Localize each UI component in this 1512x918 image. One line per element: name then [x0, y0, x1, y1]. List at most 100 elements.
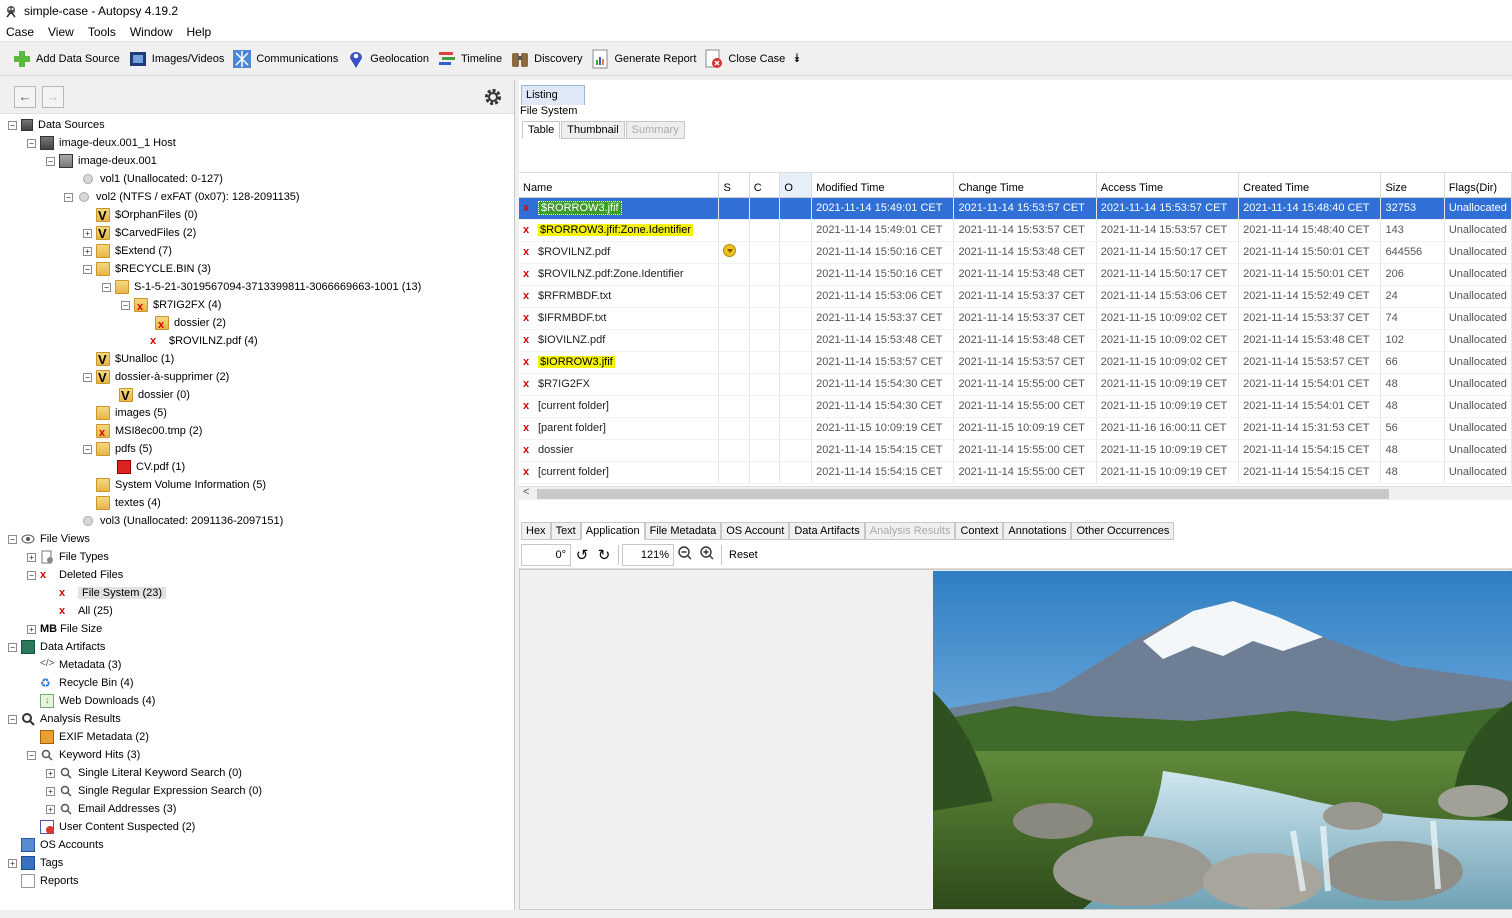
toolbar-overflow-button[interactable]: ⯯ [789, 45, 804, 73]
tab-listing[interactable]: Listing [521, 85, 585, 105]
collapse-icon[interactable]: − [8, 714, 17, 724]
tree-node-system-volume-information[interactable]: System Volume Information (5) [83, 476, 266, 494]
tree-node-r7ig2fx[interactable]: − x $R7IG2FX (4) [121, 296, 221, 314]
tree-node-textes[interactable]: textes (4) [83, 494, 161, 512]
generate-report-button[interactable]: Generate Report [586, 45, 700, 73]
tree-node-deleted-files[interactable]: − x Deleted Files [27, 566, 123, 584]
tree-node-keyword-hits[interactable]: − Keyword Hits (3) [27, 746, 140, 764]
tab-annotations[interactable]: Annotations [1003, 522, 1072, 540]
table-row[interactable]: x $IORROW3.jfif 2021-11-14 15:53:57 CET 202… [519, 351, 1512, 374]
forward-button[interactable]: → [42, 85, 64, 108]
reset-button[interactable]: Reset [725, 549, 762, 561]
collapse-icon[interactable]: − [8, 534, 17, 544]
tab-file-metadata[interactable]: File Metadata [644, 522, 722, 540]
tree-settings-button[interactable] [481, 86, 505, 110]
tree-node-dossier-a-supprimer[interactable]: − Vdossier-à-supprimer (2) [83, 368, 229, 386]
tree-node-single-regex[interactable]: + Single Regular Expression Search (0) [46, 782, 262, 800]
collapse-icon[interactable]: − [8, 120, 17, 130]
tree-node-file-system[interactable]: x File System (23) [59, 584, 167, 602]
tree-node-images[interactable]: images (5) [83, 404, 167, 422]
collapse-icon[interactable]: − [8, 642, 17, 652]
tab-text[interactable]: Text [550, 522, 581, 540]
menu-tools[interactable]: Tools [88, 25, 116, 39]
tab-os-account[interactable]: OS Account [721, 522, 790, 540]
tree-node-metadata[interactable]: </> Metadata (3) [40, 656, 121, 674]
tree-node-carvedfiles[interactable]: + V $CarvedFiles (2) [83, 224, 196, 242]
tab-analysis-results[interactable]: Analysis Results [864, 522, 956, 540]
expand-icon[interactable]: + [27, 624, 36, 634]
tree-node-orphanfiles[interactable]: V $OrphanFiles (0) [83, 206, 198, 224]
images-videos-button[interactable]: Images/Videos [124, 45, 229, 73]
expand-icon[interactable]: + [46, 804, 55, 814]
tree-node-data-sources[interactable]: − Data Sources [8, 116, 105, 134]
tree-node-dossier-0[interactable]: Vdossier (0) [106, 386, 190, 404]
tree-node-recycle-bin[interactable]: − $RECYCLE.BIN (3) [83, 260, 211, 278]
collapse-icon[interactable]: − [102, 282, 111, 292]
tree-node-unalloc[interactable]: V $Unalloc (1) [83, 350, 174, 368]
collapse-icon[interactable]: − [83, 372, 92, 382]
expand-icon[interactable]: + [46, 768, 55, 778]
table-row[interactable]: x $IFRMBDF.txt 2021-11-14 15:53:37 CET 2021… [519, 307, 1512, 330]
tree-node-msi[interactable]: x MSI8ec00.tmp (2) [83, 422, 202, 440]
tree-node-pdfs[interactable]: − pdfs (5) [83, 440, 152, 458]
tab-context[interactable]: Context [955, 522, 1004, 540]
tree-node-file-size[interactable]: + MB File Size [27, 620, 102, 638]
menu-window[interactable]: Window [130, 25, 173, 39]
zoom-field[interactable]: 121% [622, 543, 674, 566]
tree-node-all[interactable]: x All (25) [59, 602, 113, 620]
collapse-icon[interactable]: − [27, 750, 36, 760]
table-row[interactable]: x $ROVILNZ.pdf:Zone.Identifier 2021-11-14 … [519, 263, 1512, 286]
table-row[interactable]: x [current folder] 2021-11-14 15:54:30 CET… [519, 395, 1512, 418]
add-data-source-button[interactable]: Add Data Source [8, 45, 124, 73]
col-flags-dir[interactable]: Flags(Dir) [1444, 173, 1512, 198]
tree-node-reports[interactable]: Reports [8, 872, 79, 890]
tab-table[interactable]: Table [522, 121, 561, 139]
collapse-icon[interactable]: − [83, 444, 92, 454]
scrollbar-thumb[interactable] [537, 489, 1389, 499]
rotate-right-button[interactable]: ↻ [593, 544, 615, 566]
tree-node-image[interactable]: − image-deux.001 [46, 152, 157, 170]
menu-help[interactable]: Help [187, 25, 212, 39]
menu-view[interactable]: View [48, 25, 74, 39]
tree-node-recycle-bin-artifact[interactable]: ♻ Recycle Bin (4) [40, 674, 134, 692]
collapse-icon[interactable]: − [121, 300, 130, 310]
scroll-left-icon[interactable]: < [523, 486, 529, 498]
col-occurrences[interactable]: O [779, 173, 813, 198]
tab-summary[interactable]: Summary [625, 121, 685, 139]
tab-thumbnail[interactable]: Thumbnail [561, 121, 625, 139]
table-row[interactable]: x [parent folder] 2021-11-15 10:09:19 CET 2… [519, 417, 1512, 440]
col-modified-time[interactable]: Modified Time [811, 173, 955, 198]
back-button[interactable]: ← [14, 85, 36, 108]
tree-node-cv-pdf[interactable]: CV.pdf (1) [117, 458, 185, 476]
tree-node-dossier-2[interactable]: x dossier (2) [142, 314, 226, 332]
collapse-icon[interactable]: − [27, 138, 36, 148]
table-row[interactable]: x $ROVILNZ.pdf 2021-11-14 15:50:16 CET 2021… [519, 241, 1512, 264]
tab-hex[interactable]: Hex [521, 522, 551, 540]
zoom-in-button[interactable] [696, 544, 718, 566]
rotation-field[interactable]: 0° [521, 543, 571, 566]
tree-node-sid[interactable]: − S-1-5-21-3019567094-3713399811-30666696… [102, 278, 421, 296]
tree-node-user-content-suspected[interactable]: User Content Suspected (2) [40, 818, 195, 836]
collapse-icon[interactable]: − [46, 156, 55, 166]
table-row[interactable]: x $R7IG2FX 2021-11-14 15:54:30 CET 2021-11-… [519, 373, 1512, 396]
tree-node-vol2[interactable]: − vol2 (NTFS / exFAT (0x07): 128-2091135) [64, 188, 300, 206]
tree-node-single-literal[interactable]: + Single Literal Keyword Search (0) [46, 764, 242, 782]
tree-node-file-views[interactable]: − File Views [8, 530, 90, 548]
col-size[interactable]: Size [1380, 173, 1445, 198]
table-row[interactable]: x [current folder] 2021-11-14 15:54:15 CET… [519, 461, 1512, 484]
expand-icon[interactable]: + [83, 228, 92, 238]
tree-node-exif[interactable]: EXIF Metadata (2) [40, 728, 149, 746]
tree-node-vol1[interactable]: vol1 (Unallocated: 0-127) [68, 170, 223, 188]
tree-node-host[interactable]: − image-deux.001_1 Host [27, 134, 176, 152]
rotate-left-button[interactable]: ↺ [571, 544, 593, 566]
menu-case[interactable]: Case [6, 25, 34, 39]
expand-icon[interactable]: + [27, 552, 36, 562]
tab-application[interactable]: Application [580, 522, 645, 540]
expand-icon[interactable]: + [8, 858, 17, 868]
tree-node-analysis-results[interactable]: − Analysis Results [8, 710, 121, 728]
col-name[interactable]: Name [519, 173, 720, 198]
tree-node-web-downloads[interactable]: ↓ Web Downloads (4) [40, 692, 155, 710]
tree-node-email-addresses[interactable]: + Email Addresses (3) [46, 800, 176, 818]
tree-node-file-types[interactable]: + File Types [27, 548, 109, 566]
tree-node-extend[interactable]: + $Extend (7) [83, 242, 172, 260]
